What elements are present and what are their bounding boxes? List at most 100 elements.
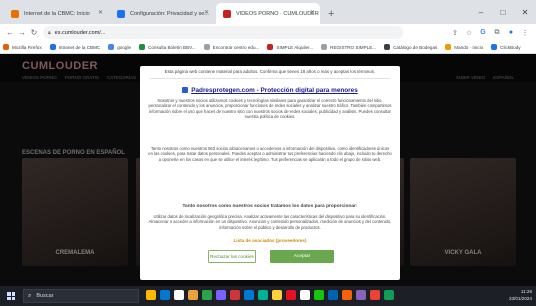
taskbar-app-icon[interactable] [286,290,296,300]
taskbar-app-icon[interactable] [314,290,324,300]
taskbar-app-icons [146,290,398,300]
taskbar-app-icon[interactable] [244,290,254,300]
window-controls: – □ ✕ [470,0,536,24]
windows-taskbar: ⌕ Buscar 11:26 23/01/2024 [0,286,536,306]
bookmark-item[interactable]: ClickBody [491,44,521,50]
close-tab-icon[interactable]: ✕ [310,9,315,16]
browser-tab-strip: Internet de la CBMC: Inicio ✕ Configurac… [0,0,536,24]
taskbar-app-icon[interactable] [384,290,394,300]
shield-badge-icon [182,87,189,93]
share-icon[interactable]: ⇪ [448,29,462,37]
browser-tab-3[interactable]: VIDEOS PORNO · CUMLOUDER ✕ [216,3,320,24]
taskbar-app-icon[interactable] [272,290,282,300]
bookmark-favicon-icon [267,44,274,50]
taskbar-app-icon[interactable] [160,290,170,300]
taskbar-search-box[interactable]: ⌕ Buscar [23,289,139,303]
clock-date: 23/01/2024 [509,296,532,301]
taskbar-app-icon[interactable] [230,290,240,300]
browser-toolbar: ← → ↻ 🔒︎ es.cumlouder.com/... ⇪ ☆ G ⧉ ● … [0,24,536,41]
bookmark-label: REGISTRO SIMPLE... [330,44,377,50]
bookmark-label: Intranet de la CBMC [58,44,101,50]
bookmark-item[interactable]: Consulta Boletín BBV... [139,44,196,50]
bookmark-label: Consulta Boletín BBV... [148,44,196,50]
bookmark-item[interactable]: Encontrar centro edu... [203,44,260,50]
reload-icon[interactable]: ↻ [28,26,40,40]
profile-icon[interactable]: ● [504,29,518,36]
taskbar-app-icon[interactable] [370,290,380,300]
bookmark-label: Catálogo de Bodegas [393,44,438,50]
browser-tab-1[interactable]: Internet de la CBMC: Inicio ✕ [4,3,108,24]
address-bar[interactable]: 🔒︎ es.cumlouder.com/... [43,26,403,39]
purposes-heading: Tanto nosotros como nuestros socios trat… [182,204,358,209]
consent-paragraph-2: Tanto nosotros como nuestros 563 socios … [148,146,392,162]
google-account-icon[interactable]: G [476,29,490,36]
bookmark-label: Mando · Inicio [454,44,484,50]
taskbar-app-icon[interactable] [258,290,268,300]
taskbar-app-icon[interactable] [300,290,310,300]
search-icon: ⌕ [28,292,32,299]
taskbar-app-icon[interactable] [188,290,198,300]
bookmark-label: ClickBody [500,44,521,50]
new-tab-button[interactable]: + [322,8,340,24]
search-placeholder: Buscar [36,293,54,299]
reject-cookies-button[interactable]: Rechazar las cookies [208,250,256,263]
extensions-icon[interactable]: ⧉ [490,29,504,37]
url-text: es.cumlouder.com/... [54,29,106,36]
bookmark-item[interactable]: Mando · Inicio [445,44,483,50]
tab-favicon-icon [223,10,231,18]
bookmark-favicon-icon [384,44,391,50]
tab-label: Configuración: Privacidad y se... [130,10,209,17]
dialog-title-text: Padresprotegen.com - Protección digital … [191,87,358,94]
bookmark-label: Encontrar centro edu... [212,44,260,50]
tab-favicon-icon [11,10,19,18]
close-tab-icon[interactable]: ✕ [204,9,209,16]
bookmark-star-icon[interactable]: ☆ [462,29,476,37]
bookmark-favicon-icon [108,44,115,50]
bookmark-item[interactable]: REGISTRO SIMPLE... [321,44,376,50]
age-notice-text: Esta página web contiene material para a… [164,69,376,74]
clock-time: 11:26 [520,289,532,294]
taskbar-app-icon[interactable] [356,290,366,300]
bookmark-item[interactable]: SIMPLE Alquiler... [267,44,313,50]
bookmarks-bar: Mozilla Firefox Intranet de la CBMC goog… [0,41,536,54]
vendors-link[interactable]: Lista de asociados (proveedores) [140,238,400,243]
taskbar-app-icon[interactable] [342,290,352,300]
restore-button[interactable]: □ [492,0,514,24]
bookmark-favicon-icon [203,44,210,50]
taskbar-app-icon[interactable] [202,290,212,300]
bookmark-label: Mozilla Firefox [12,44,42,50]
bookmark-item[interactable]: Mozilla Firefox [3,44,42,50]
accept-button[interactable]: Aceptar [270,250,334,263]
dialog-title[interactable]: Padresprotegen.com - Protección digital … [140,87,400,94]
forward-arrow-icon[interactable]: → [16,26,28,40]
purposes-paragraph: Utilizar datos de localización geográfic… [148,214,392,230]
tab-label: Internet de la CBMC: Inicio [24,10,90,17]
bookmark-favicon-icon [445,44,452,50]
bookmark-favicon-icon [3,44,9,50]
taskbar-app-icon[interactable] [146,290,156,300]
windows-start-icon[interactable] [7,292,15,300]
divider [150,78,390,79]
bookmark-item[interactable]: Catálogo de Bodegas [384,44,437,50]
taskbar-app-icon[interactable] [328,290,338,300]
bookmark-favicon-icon [49,44,56,50]
close-tab-icon[interactable]: ✕ [98,9,103,16]
toolbar-right: ⇪ ☆ G ⧉ ● ⋮ [448,24,532,41]
taskbar-app-icon[interactable] [174,290,184,300]
bookmark-item[interactable]: Intranet de la CBMC [49,44,101,50]
minimize-button[interactable]: – [470,0,492,24]
tab-label: VIDEOS PORNO · CUMLOUDER [236,10,319,17]
bookmark-label: google [117,44,132,50]
tab-favicon-icon [117,10,125,18]
bookmark-favicon-icon [321,44,328,50]
bookmark-label: SIMPLE Alquiler... [276,44,314,50]
close-window-button[interactable]: ✕ [514,0,536,24]
taskbar-app-icon[interactable] [216,290,226,300]
browser-tab-2[interactable]: Configuración: Privacidad y se... ✕ [110,3,214,24]
menu-kebab-icon[interactable]: ⋮ [518,29,532,37]
system-tray-clock[interactable]: 11:26 23/01/2024 [509,288,532,302]
back-arrow-icon[interactable]: ← [4,26,16,40]
bookmark-favicon-icon [491,44,498,50]
bookmark-item[interactable]: google [108,44,131,50]
bookmark-favicon-icon [139,44,146,50]
